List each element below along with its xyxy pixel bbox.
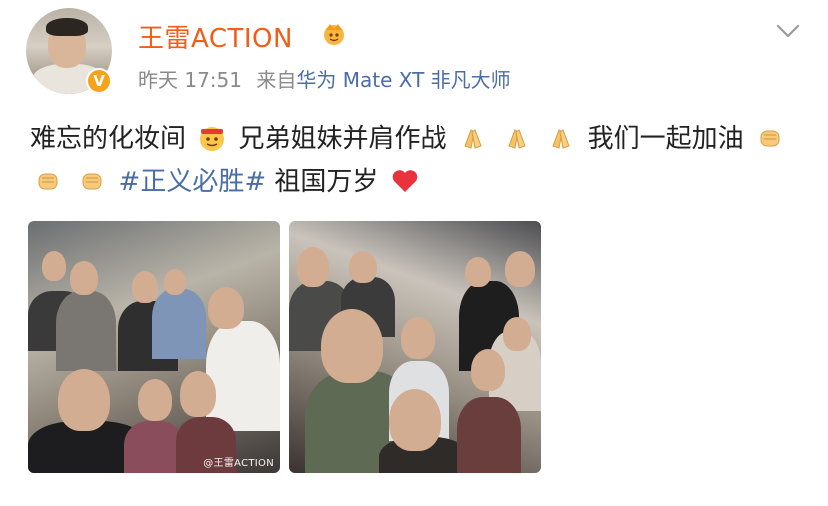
figure bbox=[42, 251, 66, 281]
figure bbox=[56, 291, 116, 371]
pray-hands-icon bbox=[464, 129, 482, 149]
pray-hands-icon bbox=[508, 129, 526, 149]
figure bbox=[297, 247, 329, 287]
heart-icon bbox=[392, 170, 417, 192]
photo-grid: @王雷ACTION bbox=[28, 221, 548, 473]
pray-hands-icon bbox=[552, 129, 571, 149]
post-text-part2: 兄弟姐妹并肩作战 bbox=[238, 124, 447, 154]
post-text-part1: 难忘的化妆间 bbox=[30, 124, 187, 154]
post-meta: 昨天 17:51 来自华为 Mate XT 非凡大师 bbox=[138, 64, 511, 93]
figure bbox=[505, 251, 535, 287]
chevron-down-icon[interactable] bbox=[776, 24, 800, 38]
figure bbox=[321, 309, 383, 383]
source-device[interactable]: 华为 Mate XT 非凡大师 bbox=[296, 68, 510, 92]
figure bbox=[164, 269, 186, 295]
figure bbox=[58, 369, 110, 431]
figure bbox=[132, 271, 158, 303]
figure bbox=[349, 251, 377, 283]
fist-icon bbox=[760, 130, 780, 147]
post-text: 难忘的化妆间 兄弟姐妹并肩作战 我们一起加油 #正义必胜# 祖国万岁 bbox=[30, 118, 810, 204]
figure bbox=[208, 287, 244, 329]
figure bbox=[457, 397, 521, 473]
figure bbox=[471, 349, 505, 391]
fist-icon bbox=[38, 173, 58, 190]
figure bbox=[465, 257, 491, 287]
post-time[interactable]: 昨天 17:51 bbox=[138, 68, 242, 92]
figure bbox=[124, 421, 184, 473]
post-header: V 王雷ACTION 昨天 17:51 来自华为 Mate XT 非凡大师 bbox=[26, 8, 828, 98]
photo-2[interactable] bbox=[289, 221, 541, 473]
avatar-hair bbox=[46, 18, 88, 36]
figure bbox=[503, 317, 531, 351]
figure bbox=[389, 389, 441, 451]
image-watermark: @王雷ACTION bbox=[203, 458, 274, 469]
figure bbox=[206, 321, 280, 431]
figure bbox=[152, 289, 206, 359]
crown-icon bbox=[324, 24, 344, 45]
figure bbox=[138, 379, 172, 421]
topic-link[interactable]: #正义必胜# bbox=[119, 167, 267, 197]
post-text-part3: 我们一起加油 bbox=[587, 124, 744, 154]
figure bbox=[401, 317, 435, 359]
figure bbox=[180, 371, 216, 417]
username[interactable]: 王雷ACTION bbox=[138, 18, 293, 55]
fighting-face-emoji-icon bbox=[200, 127, 225, 151]
verified-badge-icon: V bbox=[86, 68, 112, 94]
fist-icon bbox=[82, 173, 102, 190]
figure bbox=[70, 261, 98, 295]
source-prefix: 来自 bbox=[256, 68, 297, 92]
photo-1[interactable]: @王雷ACTION bbox=[28, 221, 280, 473]
post-text-part4: 祖国万岁 bbox=[266, 167, 379, 197]
